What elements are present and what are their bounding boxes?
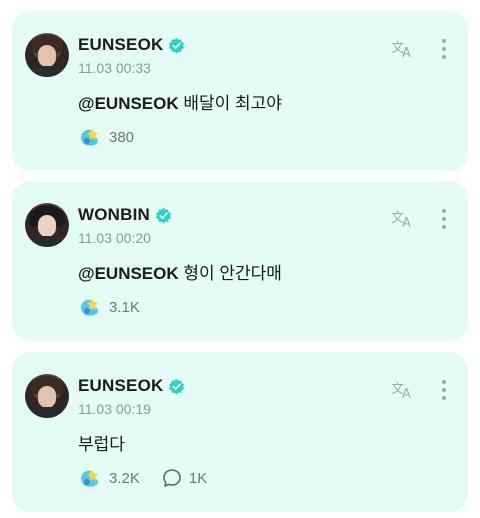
post-content: 부럽다 <box>78 430 125 455</box>
post-stats: 3.1K <box>78 296 162 318</box>
svg-text:A: A <box>402 46 411 59</box>
post-timestamp: 11.03 00:19 <box>78 401 151 417</box>
author-name[interactable]: EUNSEOK <box>78 376 163 396</box>
post-stats: 3.2K 1K <box>78 467 229 489</box>
author-avatar[interactable] <box>25 203 69 247</box>
author-name[interactable]: WONBIN <box>78 205 150 225</box>
author-row: EUNSEOK <box>78 35 185 55</box>
translate-icon[interactable]: 文 A <box>390 378 416 400</box>
post-card[interactable]: EUNSEOK 11.03 00:33 @EUNSEOK 배달이 최고야 文 A… <box>12 11 468 171</box>
author-avatar[interactable] <box>25 33 69 77</box>
author-row: WONBIN <box>78 205 172 225</box>
author-row: EUNSEOK <box>78 376 185 396</box>
svg-text:A: A <box>402 216 411 229</box>
post-card[interactable]: EUNSEOK 11.03 00:19 부럽다 文 A 3.2K 1K <box>12 352 468 512</box>
translate-icon[interactable]: 文 A <box>390 37 416 59</box>
verified-badge-icon <box>169 37 185 53</box>
post-mention[interactable]: @EUNSEOK <box>78 264 179 283</box>
like-stat[interactable]: 380 <box>78 126 134 148</box>
verified-badge-icon <box>169 378 185 394</box>
post-mention[interactable]: @EUNSEOK <box>78 94 179 113</box>
post-content: @EUNSEOK 형이 안간다매 <box>78 259 282 284</box>
post-content: @EUNSEOK 배달이 최고야 <box>78 89 282 114</box>
translate-icon[interactable]: 文 A <box>390 207 416 229</box>
comment-bubble-icon <box>163 469 181 487</box>
like-count: 3.1K <box>109 298 140 316</box>
author-name[interactable]: EUNSEOK <box>78 35 163 55</box>
fan-reaction-icon <box>81 298 98 316</box>
more-vertical-icon[interactable] <box>440 379 448 401</box>
like-count: 3.2K <box>109 469 140 487</box>
post-text: 부럽다 <box>78 435 125 454</box>
like-stat[interactable]: 3.2K <box>78 467 140 489</box>
fan-reaction-icon <box>81 128 98 146</box>
like-stat[interactable]: 3.1K <box>78 296 140 318</box>
svg-text:A: A <box>402 387 411 400</box>
post-card[interactable]: WONBIN 11.03 00:20 @EUNSEOK 형이 안간다매 文 A … <box>12 181 468 341</box>
more-vertical-icon[interactable] <box>440 38 448 60</box>
post-text: 형이 안간다매 <box>178 264 282 283</box>
like-count: 380 <box>109 128 135 146</box>
more-vertical-icon[interactable] <box>440 208 448 230</box>
fan-reaction-icon <box>81 469 98 487</box>
post-timestamp: 11.03 00:20 <box>78 230 151 246</box>
author-avatar[interactable] <box>25 374 69 418</box>
post-text: 배달이 최고야 <box>178 94 282 113</box>
comment-stat[interactable]: 1K <box>162 468 207 488</box>
verified-badge-icon <box>155 207 172 223</box>
post-stats: 380 <box>78 126 156 148</box>
post-timestamp: 11.03 00:33 <box>78 60 151 76</box>
comment-count: 1K <box>188 469 208 487</box>
